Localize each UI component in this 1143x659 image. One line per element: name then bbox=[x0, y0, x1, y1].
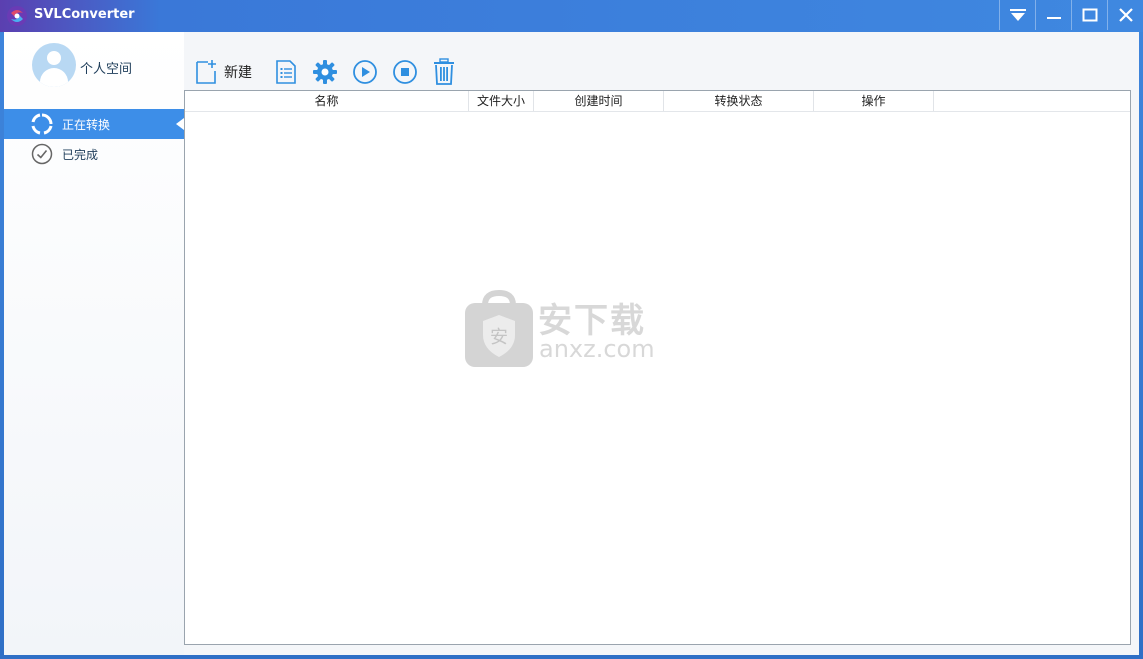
close-button[interactable] bbox=[1107, 0, 1143, 30]
check-circle-icon bbox=[31, 143, 53, 165]
trash-icon bbox=[434, 58, 454, 85]
sidebar-item-converting[interactable]: 正在转换 bbox=[4, 109, 184, 139]
profile-label: 个人空间 bbox=[80, 61, 133, 77]
close-icon bbox=[1118, 8, 1133, 22]
minimize-icon bbox=[1046, 17, 1061, 19]
dropdown-menu-icon bbox=[1009, 9, 1026, 21]
sidebar-item-label: 已完成 bbox=[62, 147, 99, 162]
column-header-created[interactable]: 创建时间 bbox=[534, 91, 664, 111]
toolbar: 新建 bbox=[194, 58, 470, 86]
sidebar-item-label: 正在转换 bbox=[62, 117, 111, 132]
new-file-icon bbox=[196, 60, 216, 84]
list-button[interactable] bbox=[274, 59, 298, 85]
stop-icon bbox=[393, 60, 417, 84]
sidebar: 个人空间 正在转换 已完成 bbox=[4, 32, 184, 655]
watermark-text-en: anxz.com bbox=[539, 335, 655, 363]
sidebar-item-completed[interactable]: 已完成 bbox=[4, 139, 184, 169]
stop-button[interactable] bbox=[392, 59, 418, 85]
delete-button[interactable] bbox=[432, 58, 456, 86]
profile[interactable]: 个人空间 bbox=[32, 43, 132, 87]
maximize-button[interactable] bbox=[1071, 0, 1107, 30]
gear-icon bbox=[313, 60, 337, 84]
minimize-button[interactable] bbox=[1035, 0, 1071, 30]
watermark: 安 安下载 anxz.com bbox=[463, 289, 683, 373]
task-table[interactable]: 名称 文件大小 创建时间 转换状态 操作 安 安下载 anxz.com bbox=[184, 90, 1131, 645]
shield-bag-icon: 安 bbox=[465, 289, 533, 367]
window-controls bbox=[999, 0, 1143, 30]
client-area: 个人空间 正在转换 已完成 新建 名称 文件大小 创建时间 转换状态 操作 安 … bbox=[4, 32, 1139, 655]
settings-button[interactable] bbox=[312, 59, 338, 85]
start-button[interactable] bbox=[352, 59, 378, 85]
column-header-name[interactable]: 名称 bbox=[185, 91, 469, 111]
menu-dropdown-button[interactable] bbox=[999, 0, 1035, 30]
watermark-badge: 安 bbox=[490, 327, 508, 348]
converting-icon bbox=[31, 113, 53, 135]
active-pointer bbox=[176, 118, 184, 130]
app-title: SVLConverter bbox=[34, 7, 135, 22]
title-bar[interactable]: SVLConverter bbox=[0, 0, 1143, 32]
app-logo-icon bbox=[7, 6, 27, 26]
maximize-icon bbox=[1082, 8, 1097, 22]
avatar[interactable] bbox=[32, 43, 76, 87]
column-header-action[interactable]: 操作 bbox=[814, 91, 934, 111]
document-list-icon bbox=[276, 60, 296, 84]
new-button-label: 新建 bbox=[224, 65, 252, 81]
new-button[interactable]: 新建 bbox=[194, 59, 260, 85]
column-header-size[interactable]: 文件大小 bbox=[469, 91, 534, 111]
play-icon bbox=[353, 60, 377, 84]
app-window: SVLConverter 个人空间 正在转换 已完成 新建 名称 文件大小 创建… bbox=[0, 0, 1143, 659]
column-header-status[interactable]: 转换状态 bbox=[664, 91, 814, 111]
table-header: 名称 文件大小 创建时间 转换状态 操作 bbox=[185, 91, 1130, 112]
